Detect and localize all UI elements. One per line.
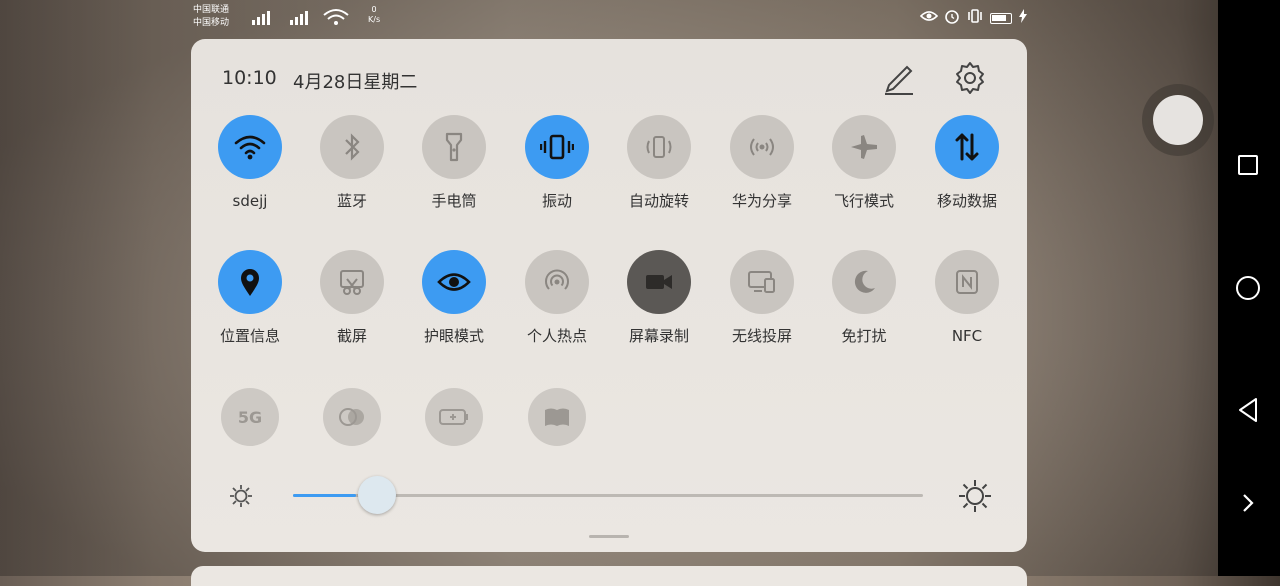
tile-vibrate[interactable]: 振动 <box>507 115 607 211</box>
flashlight-icon <box>422 115 486 179</box>
clock-time: 10:10 <box>222 67 277 89</box>
tile-label: 手电筒 <box>431 192 477 210</box>
tile-wifi[interactable]: sdejj <box>200 115 300 211</box>
nfc-icon <box>935 250 999 314</box>
tile-label: 个人热点 <box>526 327 587 345</box>
tile-label-clipped <box>302 454 402 462</box>
tile-label-clipped <box>200 454 300 462</box>
vibrate-icon <box>525 115 589 179</box>
alarm-icon <box>944 8 960 28</box>
battery-saver-icon <box>425 388 483 446</box>
notification-card-edge <box>191 566 1027 586</box>
tile-screenshot[interactable]: 截屏 <box>302 250 402 346</box>
tile-bluetooth[interactable]: 蓝牙 <box>302 115 402 211</box>
signal-strength-icon <box>242 6 360 31</box>
carrier-secondary: 中国移动 <box>193 18 230 28</box>
tile-ebook-mode[interactable] <box>507 388 607 462</box>
tile-label: 蓝牙 <box>336 192 367 210</box>
network-speed-unit: K/s <box>368 15 381 24</box>
back-button[interactable] <box>1236 396 1262 424</box>
wifi-icon <box>218 115 282 179</box>
tile-hotspot[interactable]: 个人热点 <box>507 250 607 346</box>
charging-icon <box>1018 9 1028 27</box>
home-button[interactable] <box>1236 276 1260 300</box>
airplane-icon <box>832 115 896 179</box>
brightness-low-icon <box>227 482 255 510</box>
tile-label: 位置信息 <box>219 327 280 345</box>
location-icon <box>218 250 282 314</box>
chevron-right-icon[interactable] <box>1238 490 1258 516</box>
tile-label: 振动 <box>541 192 572 210</box>
tile-label: 屏幕录制 <box>628 327 689 345</box>
tile-huawei-share[interactable]: 华为分享 <box>712 115 812 211</box>
tile-label: 无线投屏 <box>731 327 792 345</box>
carrier-info: 中国联通 中国移动 <box>193 4 229 30</box>
vibrate-status-icon <box>966 8 984 28</box>
tile-label: 移动数据 <box>936 192 997 210</box>
tile-label: NFC <box>951 327 983 345</box>
eye-comfort-status-icon <box>919 9 939 27</box>
mobile-data-icon <box>935 115 999 179</box>
tile-wireless-projection[interactable]: 无线投屏 <box>712 250 812 346</box>
color-mode-icon <box>323 388 381 446</box>
5g-icon: 5G <box>221 388 279 446</box>
hotspot-icon <box>525 250 589 314</box>
floating-navigation-ball[interactable] <box>1142 84 1214 156</box>
tile-label-clipped <box>507 454 607 462</box>
ebook-icon <box>528 388 586 446</box>
status-bar: 中国联通 中国移动 0 K/s <box>0 0 1218 38</box>
battery-icon <box>990 12 1012 24</box>
tile-label: 截屏 <box>336 327 367 345</box>
eye-icon <box>422 250 486 314</box>
panel-drag-handle[interactable] <box>589 535 629 538</box>
tile-screen-record[interactable]: 屏幕录制 <box>609 250 709 346</box>
tile-color-mode[interactable] <box>302 388 402 462</box>
rotate-icon <box>627 115 691 179</box>
screen-record-icon <box>627 250 691 314</box>
quick-settings-panel: 10:10 4月28日星期二 sdejj 蓝牙 手电筒 振动 自动旋转 华为分享… <box>191 39 1027 552</box>
screenshot-icon <box>320 250 384 314</box>
tile-eye-comfort[interactable]: 护眼模式 <box>404 250 504 346</box>
tile-battery-saver[interactable] <box>404 388 504 462</box>
tile-label: 免打扰 <box>841 327 887 345</box>
share-icon <box>730 115 794 179</box>
tile-airplane-mode[interactable]: 飞行模式 <box>814 115 914 211</box>
tile-location[interactable]: 位置信息 <box>200 250 300 346</box>
status-icons <box>919 8 1028 28</box>
carrier-primary: 中国联通 <box>193 5 230 15</box>
tile-5g[interactable]: 5G <box>200 388 300 462</box>
tile-label: 护眼模式 <box>423 327 484 345</box>
5g-icon-text: 5G <box>237 407 263 427</box>
tile-nfc[interactable]: NFC <box>917 250 1017 346</box>
tile-do-not-disturb[interactable]: 免打扰 <box>814 250 914 346</box>
brightness-slider[interactable] <box>293 476 923 514</box>
tile-label: sdejj <box>232 192 268 210</box>
brightness-high-icon <box>956 477 994 515</box>
recents-button[interactable] <box>1238 155 1258 175</box>
tile-mobile-data[interactable]: 移动数据 <box>917 115 1017 211</box>
moon-icon <box>832 250 896 314</box>
tile-label: 飞行模式 <box>833 192 894 210</box>
edit-icon[interactable] <box>881 61 917 97</box>
bluetooth-icon <box>320 115 384 179</box>
tile-flashlight[interactable]: 手电筒 <box>404 115 504 211</box>
cast-icon <box>730 250 794 314</box>
tile-label-clipped <box>404 454 504 462</box>
network-speed-value: 0 <box>371 5 377 14</box>
gear-icon[interactable] <box>951 59 989 97</box>
brightness-thumb[interactable] <box>358 476 396 514</box>
tile-label: 自动旋转 <box>628 192 689 210</box>
date-label[interactable]: 4月28日星期二 <box>293 68 417 94</box>
tile-auto-rotate[interactable]: 自动旋转 <box>609 115 709 211</box>
network-speed: 0 K/s <box>368 5 380 25</box>
tile-label: 华为分享 <box>731 192 792 210</box>
brightness-fill <box>293 494 356 497</box>
